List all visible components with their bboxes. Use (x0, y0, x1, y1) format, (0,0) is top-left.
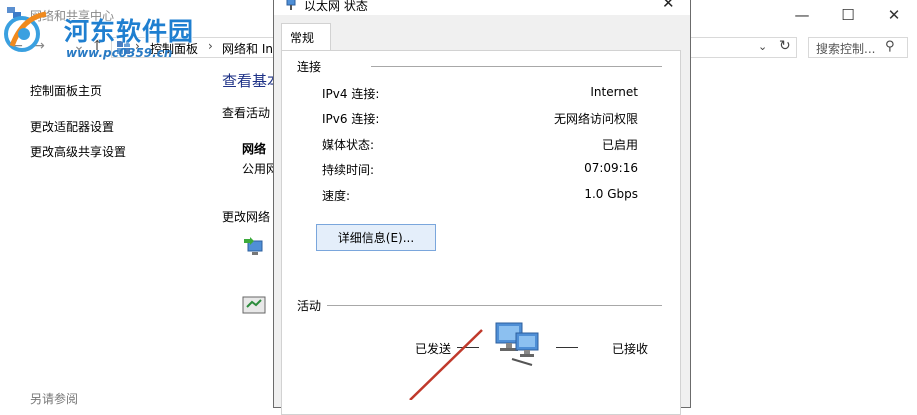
search-placeholder: 搜索控制... (816, 42, 876, 56)
ipv6-value: 无网络访问权限 (553, 112, 638, 126)
duration-value: 07:09:16 (584, 161, 638, 175)
address-dropdown-icon[interactable]: ⌄ (758, 40, 767, 53)
new-connection-icon[interactable] (242, 235, 266, 259)
sidebar-link-control-panel-home[interactable]: 控制面板主页 (30, 82, 102, 99)
group-divider (371, 66, 662, 67)
close-button[interactable]: ✕ (871, 0, 917, 30)
change-network-heading: 更改网络 (222, 210, 271, 224)
dialog-title: 以太网 状态 (304, 0, 368, 13)
activity-group-label: 活动 (297, 299, 322, 313)
troubleshoot-icon[interactable] (242, 295, 266, 317)
media-state-value: 已启用 (601, 138, 638, 152)
dialog-titlebar[interactable]: 以太网 状态 ✕ (274, 0, 690, 15)
tab-general-label: 常规 (290, 31, 315, 45)
duration-label: 持续时间: (322, 163, 375, 177)
tab-general[interactable]: 常规 (281, 23, 331, 51)
speed-value: 1.0 Gbps (584, 187, 638, 201)
view-active-text: 查看活动 (222, 106, 271, 120)
sidebar-link-adapter-settings[interactable]: 更改适配器设置 (30, 118, 114, 135)
details-button[interactable]: 详细信息(E)... (316, 224, 436, 251)
refresh-icon[interactable]: ↻ (779, 38, 791, 54)
annotation-line (409, 329, 483, 400)
minimize-button[interactable]: — (779, 0, 825, 30)
dialog-close-button[interactable]: ✕ (662, 0, 675, 12)
watermark-name: 河东软件园 (64, 17, 195, 46)
ipv6-label: IPv6 连接: (322, 112, 380, 126)
network-computers-icon (495, 322, 539, 366)
maximize-button[interactable]: ☐ (825, 0, 871, 30)
received-label: 已接收 (612, 342, 649, 356)
network-label: 网络 (242, 142, 267, 156)
breadcrumb-network[interactable]: 网络和 In (222, 40, 273, 57)
see-also-heading: 另请参阅 (30, 392, 79, 406)
ethernet-icon (286, 0, 296, 10)
sidebar-link-advanced-sharing[interactable]: 更改高级共享设置 (30, 143, 126, 160)
media-state-label: 媒体状态: (322, 138, 375, 152)
connection-group-label: 连接 (297, 60, 322, 74)
watermark-url: www.pc0359.cn (66, 46, 173, 60)
watermark-logo (4, 11, 47, 52)
search-icon[interactable]: ⚲ (885, 39, 895, 54)
speed-label: 速度: (322, 189, 351, 203)
received-dash (556, 347, 578, 348)
breadcrumb-chevron-icon: › (208, 39, 213, 53)
group-divider (327, 305, 662, 306)
ipv4-value: Internet (590, 85, 638, 99)
ipv4-label: IPv4 连接: (322, 87, 380, 101)
